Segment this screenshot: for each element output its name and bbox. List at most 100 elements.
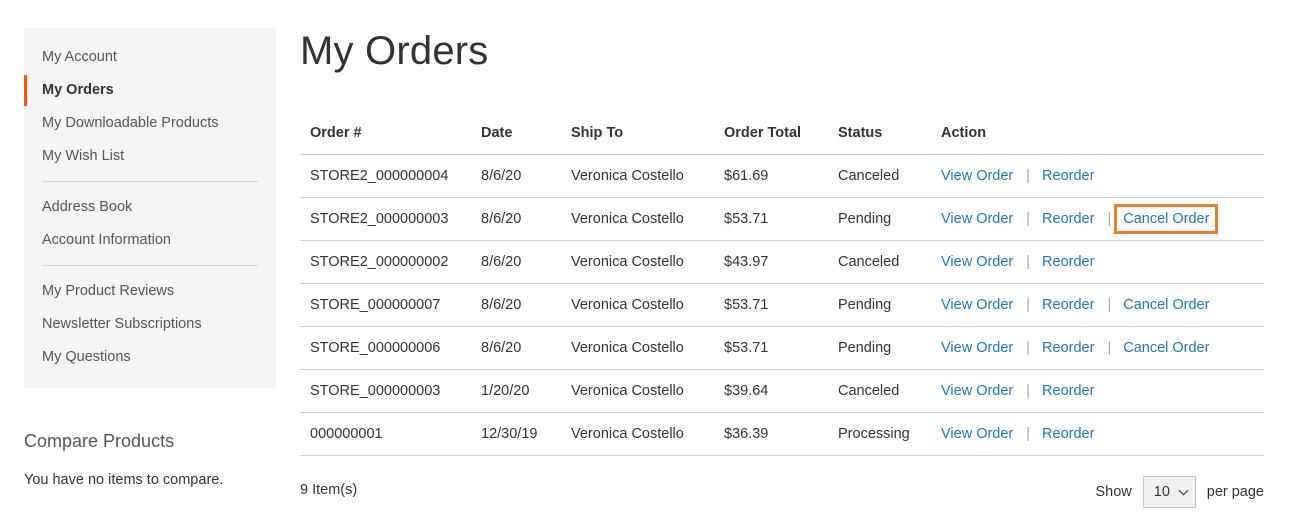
sidebar-item-my-orders[interactable]: My Orders xyxy=(24,74,276,107)
sidebar-item-my-account[interactable]: My Account xyxy=(24,41,276,74)
order-date-cell: 12/30/19 xyxy=(471,412,561,456)
action-separator: | xyxy=(1107,210,1112,227)
show-label: Show xyxy=(1095,484,1132,500)
reorder-link[interactable]: Reorder xyxy=(1042,340,1094,356)
reorder-link[interactable]: Reorder xyxy=(1042,426,1094,442)
view-order-link[interactable]: View Order xyxy=(941,297,1013,313)
page-title: My Orders xyxy=(300,29,489,73)
order-number-cell: STORE_000000003 xyxy=(300,369,471,413)
table-row: STORE_000000007 8/6/20 Veronica Costello $5… xyxy=(300,283,1264,327)
order-total-cell: $61.69 xyxy=(714,154,828,198)
action-separator: | xyxy=(1026,339,1031,356)
table-row: STORE2_000000004 8/6/20 Veronica Costello $… xyxy=(300,154,1264,198)
chevron-down-icon xyxy=(1178,485,1189,495)
sidebar-item-my-product-reviews[interactable]: My Product Reviews xyxy=(24,275,276,308)
reorder-link[interactable]: Reorder xyxy=(1042,254,1094,270)
action-separator: | xyxy=(1026,253,1031,270)
header-ship-to: Ship To xyxy=(561,112,714,155)
order-status-cell: Processing xyxy=(828,412,931,456)
cancel-order-link[interactable]: Cancel Order xyxy=(1123,211,1209,227)
order-status-cell: Pending xyxy=(828,283,931,327)
order-actions-cell: View Order | Reorder xyxy=(931,412,1264,456)
order-status-cell: Pending xyxy=(828,326,931,370)
view-order-link[interactable]: View Order xyxy=(941,168,1013,184)
reorder-link[interactable]: Reorder xyxy=(1042,383,1094,399)
orders-toolbar: 9 Item(s) Show 10 per page xyxy=(300,474,1264,510)
order-date-cell: 8/6/20 xyxy=(471,283,561,327)
compare-products-title: Compare Products xyxy=(24,431,175,451)
order-total-cell: $43.97 xyxy=(714,240,828,284)
sidebar-item-my-downloadable-products[interactable]: My Downloadable Products xyxy=(24,107,276,140)
table-row: 000000001 12/30/19 Veronica Costello $36.39… xyxy=(300,412,1264,456)
ship-to-cell: Veronica Costello xyxy=(561,240,714,284)
sidebar-divider xyxy=(42,265,258,266)
ship-to-cell: Veronica Costello xyxy=(561,369,714,413)
table-row: STORE_000000006 8/6/20 Veronica Costello $5… xyxy=(300,326,1264,370)
order-total-cell: $36.39 xyxy=(714,412,828,456)
order-total-cell: $53.71 xyxy=(714,283,828,327)
order-total-cell: $53.71 xyxy=(714,326,828,370)
ship-to-cell: Veronica Costello xyxy=(561,412,714,456)
action-separator: | xyxy=(1026,167,1031,184)
order-status-cell: Canceled xyxy=(828,154,931,198)
order-date-cell: 8/6/20 xyxy=(471,154,561,198)
order-status-cell: Pending xyxy=(828,197,931,241)
per-page-label: per page xyxy=(1206,484,1264,500)
order-actions-cell: View Order | Reorder | Cancel Order xyxy=(931,326,1264,370)
order-date-cell: 8/6/20 xyxy=(471,197,561,241)
order-number-cell: STORE2_000000003 xyxy=(300,197,471,241)
sidebar-item-account-information[interactable]: Account Information xyxy=(24,224,276,257)
view-order-link[interactable]: View Order xyxy=(941,340,1013,356)
view-order-link[interactable]: View Order xyxy=(941,383,1013,399)
view-order-link[interactable]: View Order xyxy=(941,254,1013,270)
order-date-cell: 8/6/20 xyxy=(471,240,561,284)
action-separator: | xyxy=(1107,339,1112,356)
order-status-cell: Canceled xyxy=(828,240,931,284)
sidebar-item-address-book[interactable]: Address Book xyxy=(24,191,276,224)
order-number-cell: STORE_000000006 xyxy=(300,326,471,370)
header-status: Status xyxy=(828,112,931,155)
header-date: Date xyxy=(471,112,561,155)
table-row: STORE2_000000002 8/6/20 Veronica Costello $… xyxy=(300,240,1264,284)
order-date-cell: 1/20/20 xyxy=(471,369,561,413)
view-order-link[interactable]: View Order xyxy=(941,211,1013,227)
cancel-order-link[interactable]: Cancel Order xyxy=(1123,297,1209,313)
sidebar-item-my-wish-list[interactable]: My Wish List xyxy=(24,140,276,173)
reorder-link[interactable]: Reorder xyxy=(1042,211,1094,227)
reorder-link[interactable]: Reorder xyxy=(1042,297,1094,313)
page-size-select[interactable]: 10 xyxy=(1142,476,1196,508)
item-count: 9 Item(s) xyxy=(300,482,358,498)
orders-table-body: STORE2_000000004 8/6/20 Veronica Costello $… xyxy=(300,154,1264,456)
account-sidebar-nav: My Account My Orders My Downloadable Produ… xyxy=(24,28,276,388)
table-row: STORE_000000003 1/20/20 Veronica Costello $… xyxy=(300,369,1264,413)
order-date-cell: 8/6/20 xyxy=(471,326,561,370)
sidebar-item-my-questions[interactable]: My Questions xyxy=(24,341,276,374)
page-size-limiter: Show 10 per page xyxy=(1095,476,1264,508)
order-number-cell: STORE_000000007 xyxy=(300,283,471,327)
order-actions-cell: View Order | Reorder | Cancel Order xyxy=(931,283,1264,327)
ship-to-cell: Veronica Costello xyxy=(561,283,714,327)
action-separator: | xyxy=(1107,296,1112,313)
cancel-order-link[interactable]: Cancel Order xyxy=(1123,340,1209,356)
header-order-total: Order Total xyxy=(714,112,828,155)
action-separator: | xyxy=(1026,382,1031,399)
order-status-cell: Canceled xyxy=(828,369,931,413)
ship-to-cell: Veronica Costello xyxy=(561,197,714,241)
action-separator: | xyxy=(1026,425,1031,442)
ship-to-cell: Veronica Costello xyxy=(561,326,714,370)
compare-products-block: Compare Products You have no items to co… xyxy=(24,428,276,490)
reorder-link[interactable]: Reorder xyxy=(1042,168,1094,184)
table-row: STORE2_000000003 8/6/20 Veronica Costello $… xyxy=(300,197,1264,241)
order-actions-cell: View Order | Reorder xyxy=(931,240,1264,284)
order-actions-cell: View Order | Reorder xyxy=(931,154,1264,198)
view-order-link[interactable]: View Order xyxy=(941,426,1013,442)
action-separator: | xyxy=(1026,210,1031,227)
order-actions-cell: View Order | Reorder | Cancel Order xyxy=(931,197,1264,241)
order-number-cell: 000000001 xyxy=(300,412,471,456)
order-total-cell: $53.71 xyxy=(714,197,828,241)
page-size-value: 10 xyxy=(1153,484,1170,500)
order-total-cell: $39.64 xyxy=(714,369,828,413)
sidebar-item-newsletter-subscriptions[interactable]: Newsletter Subscriptions xyxy=(24,308,276,341)
order-actions-cell: View Order | Reorder xyxy=(931,369,1264,413)
sidebar-divider xyxy=(42,181,258,182)
